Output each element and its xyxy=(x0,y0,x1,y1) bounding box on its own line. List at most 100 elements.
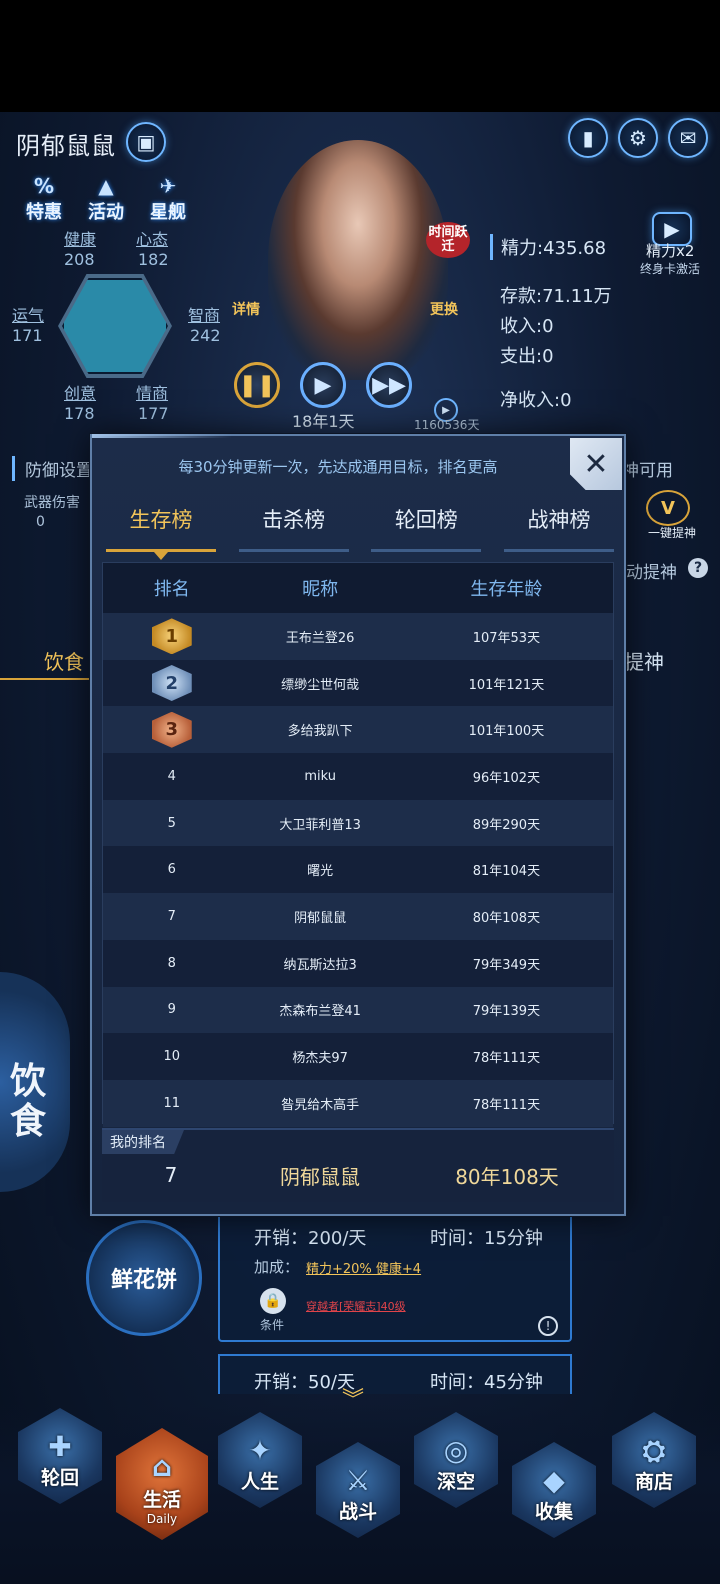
discount-icon: % xyxy=(33,174,55,198)
table-rows: 1 王布兰登26 107年53天 2 缥缈尘世何哉 101年121天 3 多给我趴下 101年1… xyxy=(103,613,613,1127)
help-icon[interactable]: ? xyxy=(688,558,708,578)
leaderboard-notice: 每30分钟更新一次，先达成通用目标，排名更高 xyxy=(178,458,498,476)
event-icon: ▲ xyxy=(98,174,114,198)
age-display: 18年1天 xyxy=(292,412,355,431)
table-row[interactable]: 4 miku 96年102天 xyxy=(103,753,613,800)
tab-war-god[interactable]: 战神榜 xyxy=(503,504,614,552)
row-nickname: miku xyxy=(304,768,336,784)
row-nickname: 缥缈尘世何哉 xyxy=(281,677,360,693)
nav-label: 商店 xyxy=(634,1471,673,1493)
row-survival-age: 80年108天 xyxy=(472,910,541,926)
row-nickname: 纳瓦斯达拉3 xyxy=(283,957,357,973)
nav-label: 生活 xyxy=(142,1489,181,1511)
rank-number: 10 xyxy=(163,1049,180,1065)
play-button[interactable]: ▶ xyxy=(300,362,346,408)
fast-forward-button[interactable]: ▶▶ xyxy=(366,362,412,408)
close-button[interactable]: ✕ xyxy=(570,438,622,490)
food-time: 时间：15分钟 xyxy=(430,1228,543,1249)
player-name: 阴郁鼠鼠 xyxy=(16,132,116,160)
stat-emotion-label[interactable]: 情商 xyxy=(136,380,168,404)
mail-icon[interactable]: ✉ xyxy=(668,118,708,158)
time-jump-button[interactable]: 时间跃迁 xyxy=(426,222,470,258)
info-icon[interactable]: ! xyxy=(538,1316,558,1336)
quick-link-label: 活动 xyxy=(88,202,124,223)
close-icon: ✕ xyxy=(583,446,609,482)
table-row[interactable]: 7 阴郁鼠鼠 80年108天 xyxy=(103,893,613,940)
tab-reincarnation[interactable]: 轮回榜 xyxy=(371,504,482,552)
v-badge-icon[interactable]: V xyxy=(646,490,690,526)
swap-portrait-button[interactable]: 更换 xyxy=(430,302,458,318)
details-button[interactable]: 详情 xyxy=(232,302,260,318)
stat-creativity-label[interactable]: 创意 xyxy=(64,380,96,404)
table-row[interactable]: 5 大卫菲利普13 89年290天 xyxy=(103,799,613,847)
god-available-label: 神可用 xyxy=(622,461,673,481)
leaderboard-table: 排名 昵称 生存年龄 1 王布兰登26 107年53天 2 缥缈尘世何哉 101年121天… xyxy=(102,562,614,1127)
row-survival-age: 79年349天 xyxy=(472,957,541,973)
my-rank-tag: 我的排名 xyxy=(102,1130,184,1154)
row-survival-age: 107年53天 xyxy=(472,630,541,646)
table-row[interactable]: 11 昝旯给木高手 78年111天 xyxy=(103,1079,613,1127)
table-row[interactable]: 2 缥缈尘世何哉 101年121天 xyxy=(103,659,613,707)
table-row[interactable]: 8 纳瓦斯达拉3 79年349天 xyxy=(103,939,613,987)
stat-health-label[interactable]: 健康 xyxy=(64,226,96,250)
defense-settings[interactable]: 防御设置 xyxy=(12,456,93,481)
auto-refresh-label[interactable]: 动提神 xyxy=(626,558,677,583)
tab-survival[interactable]: 生存榜 xyxy=(106,504,216,560)
nav-label: 深空 xyxy=(436,1471,475,1493)
column-rank: 排名 xyxy=(153,579,190,600)
my-rank-row: 7 阴郁鼠鼠 80年108天 xyxy=(102,1152,614,1198)
quick-link-starship[interactable]: ✈ 星舰 xyxy=(136,174,200,224)
row-nickname: 王布兰登26 xyxy=(285,630,355,646)
nav-label: 轮回 xyxy=(40,1467,79,1489)
table-row[interactable]: 10 杨杰夫97 78年111天 xyxy=(103,1033,613,1080)
food-tab[interactable]: 饮食 xyxy=(44,646,84,675)
table-row[interactable]: 3 多给我趴下 101年100天 xyxy=(103,706,613,754)
tab-kills[interactable]: 击杀榜 xyxy=(238,504,349,552)
one-click-refresh[interactable]: 一键提神 xyxy=(648,524,696,541)
nav-label: 人生 xyxy=(240,1471,279,1493)
stat-luck-value: 171 xyxy=(12,326,43,345)
rank-medal-icon: 3 xyxy=(103,711,240,748)
days-counter: 1160536天 xyxy=(414,418,480,432)
nav-label-wrap: 生活 Daily xyxy=(143,1485,181,1526)
row-survival-age: 78年111天 xyxy=(472,1051,541,1067)
row-survival-age: 78年111天 xyxy=(472,1097,541,1113)
weapon-damage-value: 0 xyxy=(36,514,45,530)
food-item-card[interactable]: 开销：200/天 时间：15分钟 加成： 精力+20% 健康+4 🔒 条件 穿越… xyxy=(218,1210,572,1342)
pause-button[interactable]: ❚❚ xyxy=(234,362,280,408)
stat-mood-label[interactable]: 心态 xyxy=(136,226,168,250)
stat-intellect-value: 242 xyxy=(190,326,221,345)
rank-medal-icon: 2 xyxy=(103,665,240,702)
table-row[interactable]: 1 王布兰登26 107年53天 xyxy=(103,613,613,660)
row-survival-age: 101年121天 xyxy=(468,677,545,693)
table-row[interactable]: 9 杰森布兰登41 79年139天 xyxy=(103,986,613,1034)
table-row[interactable]: 6 曙光 81年104天 xyxy=(103,846,613,894)
modal-top-accent xyxy=(92,434,232,438)
briefcase-icon[interactable]: ▣ xyxy=(126,122,166,162)
food-bonus-label: 加成： xyxy=(254,1258,300,1276)
stat-creativity-value: 178 xyxy=(64,404,95,423)
next-food-card[interactable]: 开销：50/天 时间：45分钟 xyxy=(218,1354,572,1394)
starship-icon: ✈ xyxy=(159,174,177,198)
quick-link-events[interactable]: ▲ 活动 xyxy=(74,174,138,224)
chart-icon[interactable]: ▮ xyxy=(568,118,608,158)
stat-luck-label[interactable]: 运气 xyxy=(12,302,44,326)
rank-number: 5 xyxy=(167,815,176,831)
cart-emblem-icon: ⛭ xyxy=(642,1434,666,1467)
gear-icon[interactable]: ⚙ xyxy=(618,118,658,158)
quick-link-label: 星舰 xyxy=(150,202,186,223)
table-header: 排名 昵称 生存年龄 xyxy=(103,563,613,613)
energy-boost-label[interactable]: 精力x2 xyxy=(646,240,694,261)
rank-number: 7 xyxy=(167,908,176,924)
character-portrait[interactable] xyxy=(268,140,448,380)
income-value: 收入:0 xyxy=(500,316,554,337)
stat-intellect-label[interactable]: 智商 xyxy=(188,302,220,326)
refresh-tab[interactable]: 提神 xyxy=(624,646,664,675)
rank-medal-icon: 1 xyxy=(103,618,240,655)
rank-number: 9 xyxy=(167,1002,176,1018)
quick-link-deals[interactable]: % 特惠 xyxy=(12,174,76,224)
food-item-icon[interactable]: 鲜花饼 xyxy=(86,1220,202,1336)
nav-sublabel: Daily xyxy=(146,1512,178,1526)
rank-number: 8 xyxy=(167,955,176,971)
row-nickname: 阴郁鼠鼠 xyxy=(294,910,347,926)
